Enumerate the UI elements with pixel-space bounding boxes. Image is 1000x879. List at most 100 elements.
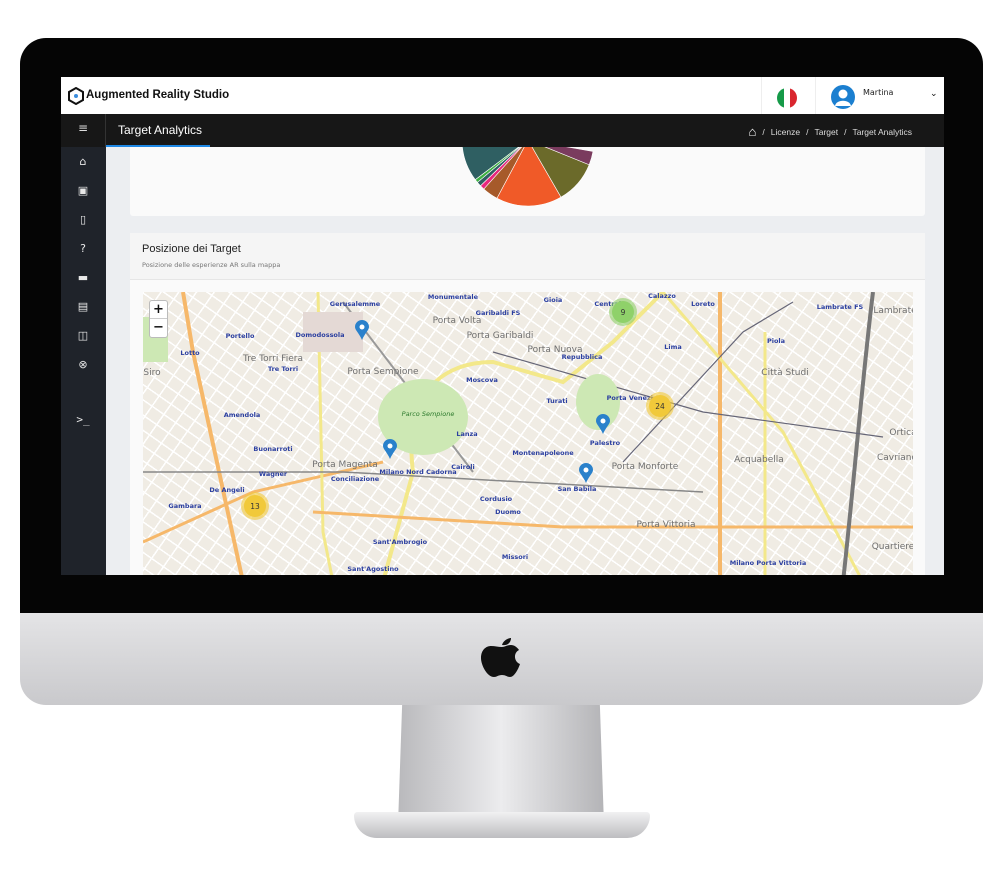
- map-place-label: Piola: [766, 337, 786, 345]
- map-place-label: Loreto: [691, 300, 715, 308]
- map-place-label: Acquabella: [734, 455, 784, 465]
- map-place-label: Conciliazione: [330, 475, 380, 483]
- avatar[interactable]: [831, 85, 855, 109]
- screen: Posizione dei Target Posizione delle esp…: [61, 77, 944, 575]
- map-marker-icon[interactable]: [596, 414, 610, 434]
- top-bar: Augmented Reality Studio Martina ⌄: [61, 77, 944, 114]
- imac-stand: [398, 705, 604, 825]
- map-card-title: Posizione dei Target: [142, 243, 241, 255]
- map-place-label: Montenapoleone: [512, 449, 574, 457]
- breadcrumb-separator: /: [844, 126, 847, 137]
- sidebar-support-icon[interactable]: ⊗: [75, 358, 91, 371]
- logo-icon: [68, 87, 84, 105]
- sidebar-help-icon[interactable]: ?: [75, 242, 91, 255]
- breadcrumb-target[interactable]: Target: [814, 127, 838, 137]
- sidebar-terminal-icon[interactable]: >_: [75, 413, 91, 426]
- map-place-label: Lotto: [180, 349, 200, 357]
- breadcrumb-current: Target Analytics: [852, 126, 912, 137]
- zoom-control: + −: [149, 300, 168, 338]
- map-card-subtitle: Posizione delle esperienze AR sulla mapp…: [142, 261, 281, 269]
- map-marker-icon[interactable]: [579, 463, 593, 483]
- sidebar-book-icon[interactable]: ▬: [75, 271, 91, 284]
- zoom-out-button[interactable]: −: [150, 319, 167, 337]
- map-place-label: Gambara: [168, 502, 202, 510]
- sidebar-mobile-icon[interactable]: ▯: [75, 213, 91, 226]
- pie-chart: [462, 147, 594, 207]
- map-place-label: Porta Monforte: [611, 462, 679, 472]
- breadcrumb-separator: /: [806, 126, 809, 137]
- imac-stand-base: [354, 812, 650, 838]
- map-place-label: Cavriano: [876, 453, 913, 463]
- map-place-label: Porta Vittoria: [636, 520, 696, 530]
- map-place-label: Cairoli: [451, 463, 475, 471]
- map-place-label: Lima: [664, 343, 682, 351]
- map-place-label: Calazzo: [648, 292, 676, 300]
- map-place-label: Lambrate: [873, 306, 913, 316]
- map-place-label: Porta Garibaldi: [466, 331, 534, 341]
- breadcrumb-separator: /: [762, 126, 765, 137]
- sidebar-gallery-icon[interactable]: ◫: [75, 329, 91, 342]
- map-place-label: Milano Porta Vittoria: [729, 559, 807, 567]
- marker-cluster[interactable]: 13: [244, 495, 266, 517]
- map-place-label: Lanza: [456, 430, 478, 438]
- home-icon[interactable]: ⌂: [749, 124, 757, 139]
- divider: [761, 77, 762, 114]
- map-place-label: Palestro: [589, 439, 621, 447]
- map-marker-icon[interactable]: [383, 439, 397, 459]
- apple-logo-icon: [481, 638, 520, 677]
- active-tab-indicator: [106, 145, 210, 147]
- map-place-label: Milano Nord Cadorna: [379, 468, 457, 476]
- map-place-label: De Angeli: [209, 486, 245, 494]
- map-place-label: Porta Sempione: [347, 367, 419, 377]
- map-place-label: Siro: [143, 368, 161, 378]
- map-place-label: Portello: [225, 332, 255, 340]
- map-place-label: Tre Torri: [267, 365, 299, 373]
- user-name[interactable]: Martina: [863, 88, 893, 97]
- map-place-label: Sant'Agostino: [347, 565, 399, 573]
- map-place-label: Tre Torri Fiera: [243, 354, 303, 364]
- page-title: Target Analytics: [118, 123, 203, 137]
- map-place-label: Quartiere: [871, 542, 913, 552]
- map-place-label: Parco Sempione: [401, 410, 455, 418]
- map-place-label: Porta Volta: [432, 316, 482, 326]
- breadcrumb-licenze[interactable]: Licenze: [771, 127, 800, 137]
- map-place-label: Sant'Ambrogio: [372, 538, 428, 546]
- map-place-label: Wagner: [258, 470, 288, 478]
- menu-toggle-icon[interactable]: ≡: [78, 121, 88, 135]
- map-place-label: Repubblica: [561, 353, 603, 361]
- brand-name: Augmented Reality Studio: [86, 89, 230, 101]
- pie-chart-card: [130, 147, 925, 216]
- map-place-label: Città Studi: [761, 368, 809, 378]
- map-place-label: Turati: [546, 397, 568, 405]
- zoom-in-button[interactable]: +: [150, 301, 167, 319]
- marker-cluster[interactable]: 9: [612, 301, 634, 323]
- map-place-label: Domodossola: [295, 331, 345, 339]
- map-place-label: Gerusalemme: [329, 300, 381, 308]
- divider: [105, 114, 106, 147]
- sidebar-clipboard-icon[interactable]: ▤: [75, 300, 91, 313]
- map-place-label: Buonarroti: [253, 445, 293, 453]
- sidebar: ⌂ ▣ ▯ ? ▬ ▤ ◫ ⊗ >_: [61, 147, 106, 575]
- map-place-label: Monumentale: [427, 293, 479, 301]
- map-card-header: Posizione dei Target Posizione delle esp…: [130, 233, 925, 280]
- map-place-label: Amendola: [223, 411, 261, 419]
- map-place-label: Moscova: [466, 376, 498, 384]
- map-place-label: Porta Magenta: [312, 460, 378, 470]
- map-place-label: Cordusio: [479, 495, 513, 503]
- marker-cluster[interactable]: 24: [649, 395, 671, 417]
- sidebar-image-icon[interactable]: ▣: [75, 184, 91, 197]
- chevron-down-icon[interactable]: ⌄: [930, 89, 938, 99]
- language-flag-italy-icon[interactable]: [777, 88, 797, 108]
- map[interactable]: + − Gerusalemme Monumentale Porta Volta Gar…: [143, 292, 913, 575]
- map-place-label: Lambrate FS: [816, 303, 864, 311]
- sidebar-home-icon[interactable]: ⌂: [75, 155, 91, 168]
- map-place-label: Garibaldi FS: [475, 309, 521, 317]
- divider: [815, 77, 816, 114]
- map-place-label: Gioia: [543, 296, 563, 304]
- map-place-label: Missori: [501, 553, 529, 561]
- map-place-label: San Babila: [557, 485, 597, 493]
- map-place-label: Duomo: [495, 508, 521, 516]
- map-place-label: Ortica: [889, 428, 913, 438]
- map-marker-icon[interactable]: [355, 320, 369, 340]
- breadcrumb: ⌂ / Licenze / Target / Target Analytics: [749, 124, 912, 139]
